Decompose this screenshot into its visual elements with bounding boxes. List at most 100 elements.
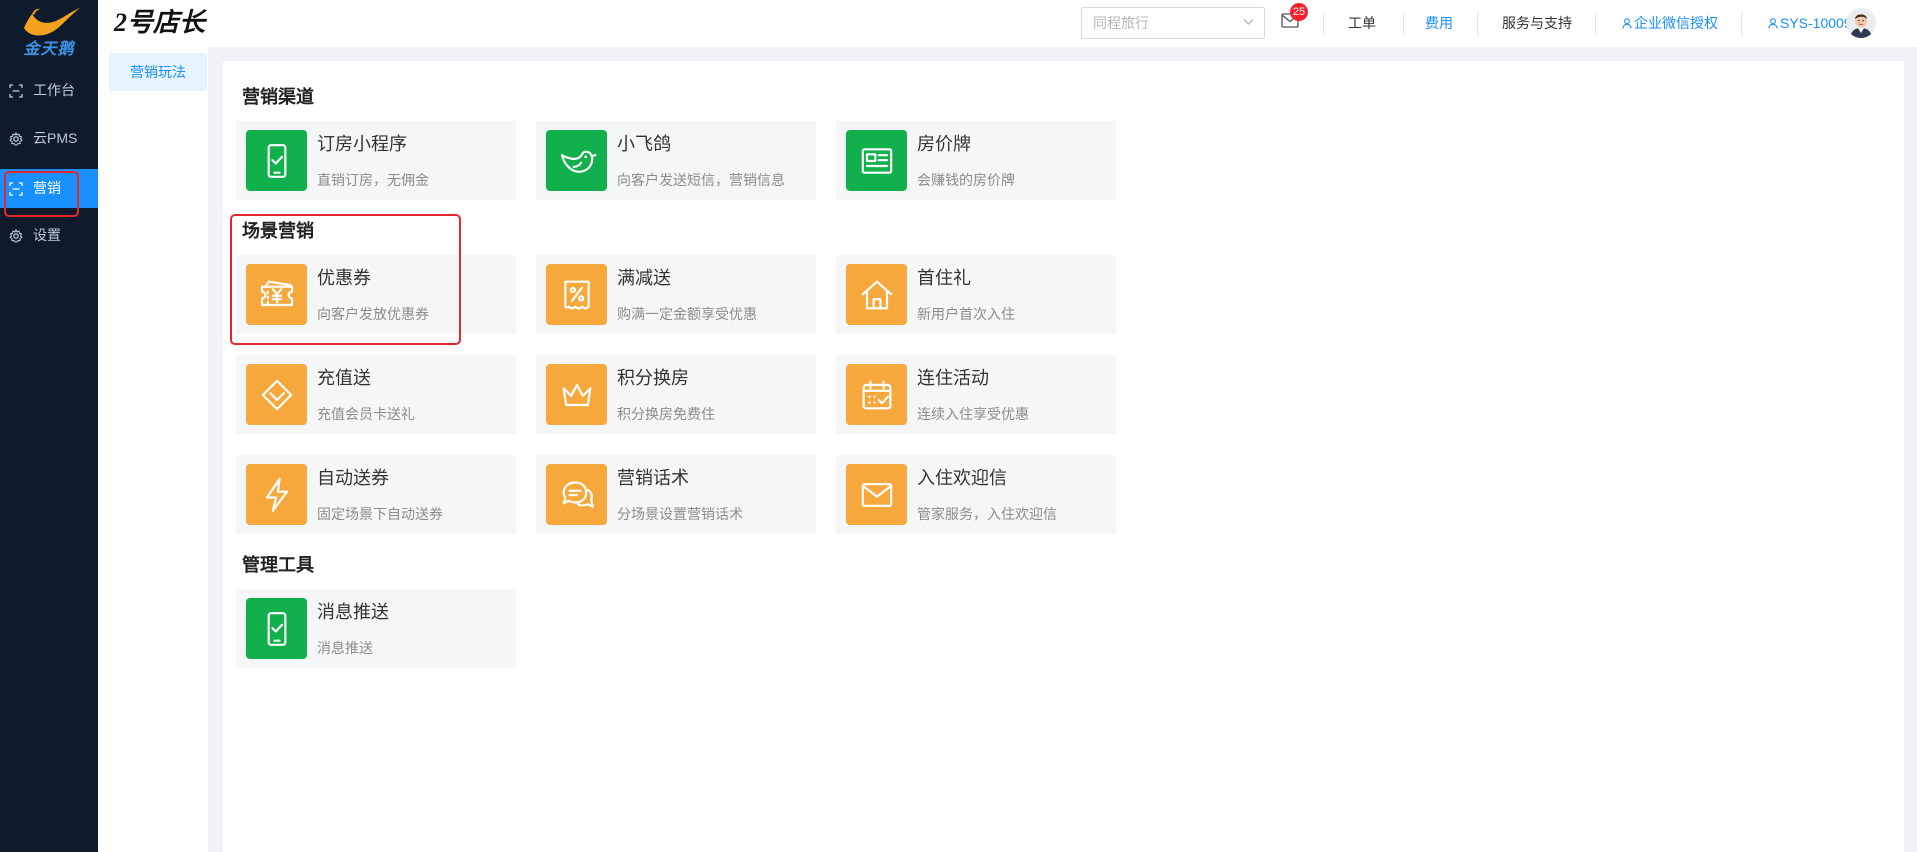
diamond-icon xyxy=(261,379,292,410)
feature-card-title: 优惠券 xyxy=(317,268,371,288)
feature-card-title: 订房小程序 xyxy=(317,134,407,154)
logo-swoosh-icon xyxy=(24,8,80,36)
sidebar-item-settings[interactable]: 设置 xyxy=(0,216,98,255)
feature-card[interactable]: 营销话术分场景设置营销话术 xyxy=(536,455,816,534)
chevron-down-icon xyxy=(1243,19,1254,25)
feature-card[interactable]: 连住活动连续入住享受优惠 xyxy=(836,355,1116,434)
scan-icon xyxy=(9,182,23,196)
sidebar: 金天鹅 工作台 云PMS 营销 设置 xyxy=(0,0,98,852)
feature-icon-box xyxy=(846,264,907,325)
main-panel: 营销渠道 订房小程序 直销订房，无佣金 小飞鸽 向客户发送短信，营销信息 房价牌 会赚钱的房… xyxy=(223,61,1904,852)
feature-icon-box xyxy=(546,264,607,325)
user-menu[interactable]: SYS-10009 xyxy=(1768,14,1852,32)
feature-card[interactable]: 充值送 充值会员卡送礼 xyxy=(236,355,516,434)
sidebar-item-workbench[interactable]: 工作台 xyxy=(0,71,98,110)
feature-card-title: 营销话术 xyxy=(617,468,689,488)
feature-icon-box xyxy=(246,264,307,325)
gear-icon xyxy=(9,229,23,243)
sub-navigation: 营销玩法 xyxy=(98,47,208,852)
wechat-auth-link[interactable]: 企业微信授权 xyxy=(1622,14,1718,32)
feature-card-subtitle: 直销订房，无佣金 xyxy=(317,172,429,188)
card-grid: 优惠券 向客户发放优惠券 满减送 购满一定金额享受优惠 首住礼 新用户首次入住 充值送 充值会… xyxy=(223,255,1904,534)
feature-card-subtitle: 连续入住享受优惠 xyxy=(917,406,1029,422)
envelope-icon xyxy=(861,482,892,507)
section-title: 营销渠道 xyxy=(242,87,314,107)
sidebar-item-label: 云PMS xyxy=(33,130,78,146)
percent-ticket-icon xyxy=(563,280,590,309)
feature-card-subtitle: 分场景设置营销话术 xyxy=(617,506,743,522)
nav-fees[interactable]: 费用 xyxy=(1419,14,1459,32)
mail-badge: 25 xyxy=(1290,3,1308,21)
feature-icon-box xyxy=(846,130,907,191)
nav-service-support[interactable]: 服务与支持 xyxy=(1497,14,1577,32)
scan-icon xyxy=(9,84,23,98)
logo-text: 金天鹅 xyxy=(23,39,75,58)
feature-icon-box xyxy=(846,464,907,525)
feature-card-title: 小飞鸽 xyxy=(617,134,671,154)
phone-check-icon xyxy=(267,143,286,178)
crown-icon xyxy=(562,383,591,406)
feature-card[interactable]: 优惠券向客户发放优惠券 xyxy=(236,255,516,334)
hotel-select[interactable]: 同程旅行 xyxy=(1081,7,1265,39)
section-title: 管理工具 xyxy=(242,555,314,575)
feature-card-title: 消息推送 xyxy=(317,602,389,622)
feature-card[interactable]: 订房小程序直销订房，无佣金 xyxy=(236,121,516,200)
feature-card[interactable]: 首住礼新用户首次入住 xyxy=(836,255,1116,334)
nav-work-order[interactable]: 工单 xyxy=(1342,14,1382,32)
price-board-icon xyxy=(861,147,892,174)
feature-card[interactable]: 满减送购满一定金额享受优惠 xyxy=(536,255,816,334)
divider xyxy=(1477,12,1478,36)
sidebar-item-cloud-pms[interactable]: 云PMS xyxy=(0,119,98,158)
feature-card[interactable]: 小飞鸽 向客户发送短信，营销信息 xyxy=(536,121,816,200)
feature-card-subtitle: 购满一定金额享受优惠 xyxy=(617,306,757,322)
feature-card-title: 自动送券 xyxy=(317,468,389,488)
feature-icon-box xyxy=(246,598,307,659)
feature-card[interactable]: 自动送券 固定场景下自动送券 xyxy=(236,455,516,534)
house-icon xyxy=(861,280,892,309)
top-header: 2号店长 同程旅行 25 工单 费用 服务与支持 企业微信授权 SYS-1000… xyxy=(98,0,1917,47)
sidebar-item-label: 工作台 xyxy=(33,82,75,98)
calendar-check-icon xyxy=(862,380,891,409)
section-title: 场景营销 xyxy=(242,221,314,241)
divider xyxy=(1595,12,1596,36)
hotel-select-placeholder: 同程旅行 xyxy=(1093,15,1149,31)
card-grid: 订房小程序 直销订房，无佣金 小飞鸽 向客户发送短信，营销信息 房价牌 会赚钱的房价牌 xyxy=(223,121,1904,200)
feature-card[interactable]: 消息推送 消息推送 xyxy=(236,589,516,668)
chat-bubbles-icon xyxy=(562,480,594,508)
feature-icon-box xyxy=(546,364,607,425)
feature-card-title: 满减送 xyxy=(617,268,671,288)
coupon-icon xyxy=(260,280,293,306)
feature-card-title: 充值送 xyxy=(317,368,371,388)
feature-card-subtitle: 会赚钱的房价牌 xyxy=(917,172,1015,188)
sidebar-item-label: 营销 xyxy=(33,180,61,196)
feature-card-title: 房价牌 xyxy=(917,134,971,154)
feature-card-subtitle: 新用户首次入住 xyxy=(917,306,1015,322)
divider xyxy=(1323,12,1324,36)
gear-icon xyxy=(9,132,23,146)
feature-card[interactable]: 积分换房积分换房免费住 xyxy=(536,355,816,434)
divider xyxy=(1403,12,1404,36)
feature-card-title: 入住欢迎信 xyxy=(917,468,1007,488)
feature-card[interactable]: 房价牌会赚钱的房价牌 xyxy=(836,121,1116,200)
feature-icon-box xyxy=(846,364,907,425)
feature-icon-box xyxy=(246,464,307,525)
feature-card-title: 首住礼 xyxy=(917,268,971,288)
lightning-icon xyxy=(265,477,288,512)
logo[interactable]: 金天鹅 xyxy=(0,0,98,64)
feature-icon-box xyxy=(246,364,307,425)
card-grid: 消息推送 消息推送 xyxy=(223,589,1904,668)
feature-card-subtitle: 管家服务，入住欢迎信 xyxy=(917,506,1057,522)
subnav-item-marketing-play[interactable]: 营销玩法 xyxy=(109,53,207,91)
feature-card-title: 连住活动 xyxy=(917,368,989,388)
feature-icon-box xyxy=(546,130,607,191)
feature-card-subtitle: 向客户发放优惠券 xyxy=(317,306,429,322)
feature-icon-box xyxy=(246,130,307,191)
avatar[interactable] xyxy=(1846,8,1876,38)
sidebar-item-marketing[interactable]: 营销 xyxy=(0,169,98,208)
feature-icon-box xyxy=(546,464,607,525)
user-icon xyxy=(1768,18,1778,29)
app-title: 2号店长 xyxy=(114,8,206,37)
feature-card-title: 积分换房 xyxy=(617,368,689,388)
feature-card-subtitle: 积分换房免费住 xyxy=(617,406,715,422)
feature-card[interactable]: 入住欢迎信管家服务，入住欢迎信 xyxy=(836,455,1116,534)
